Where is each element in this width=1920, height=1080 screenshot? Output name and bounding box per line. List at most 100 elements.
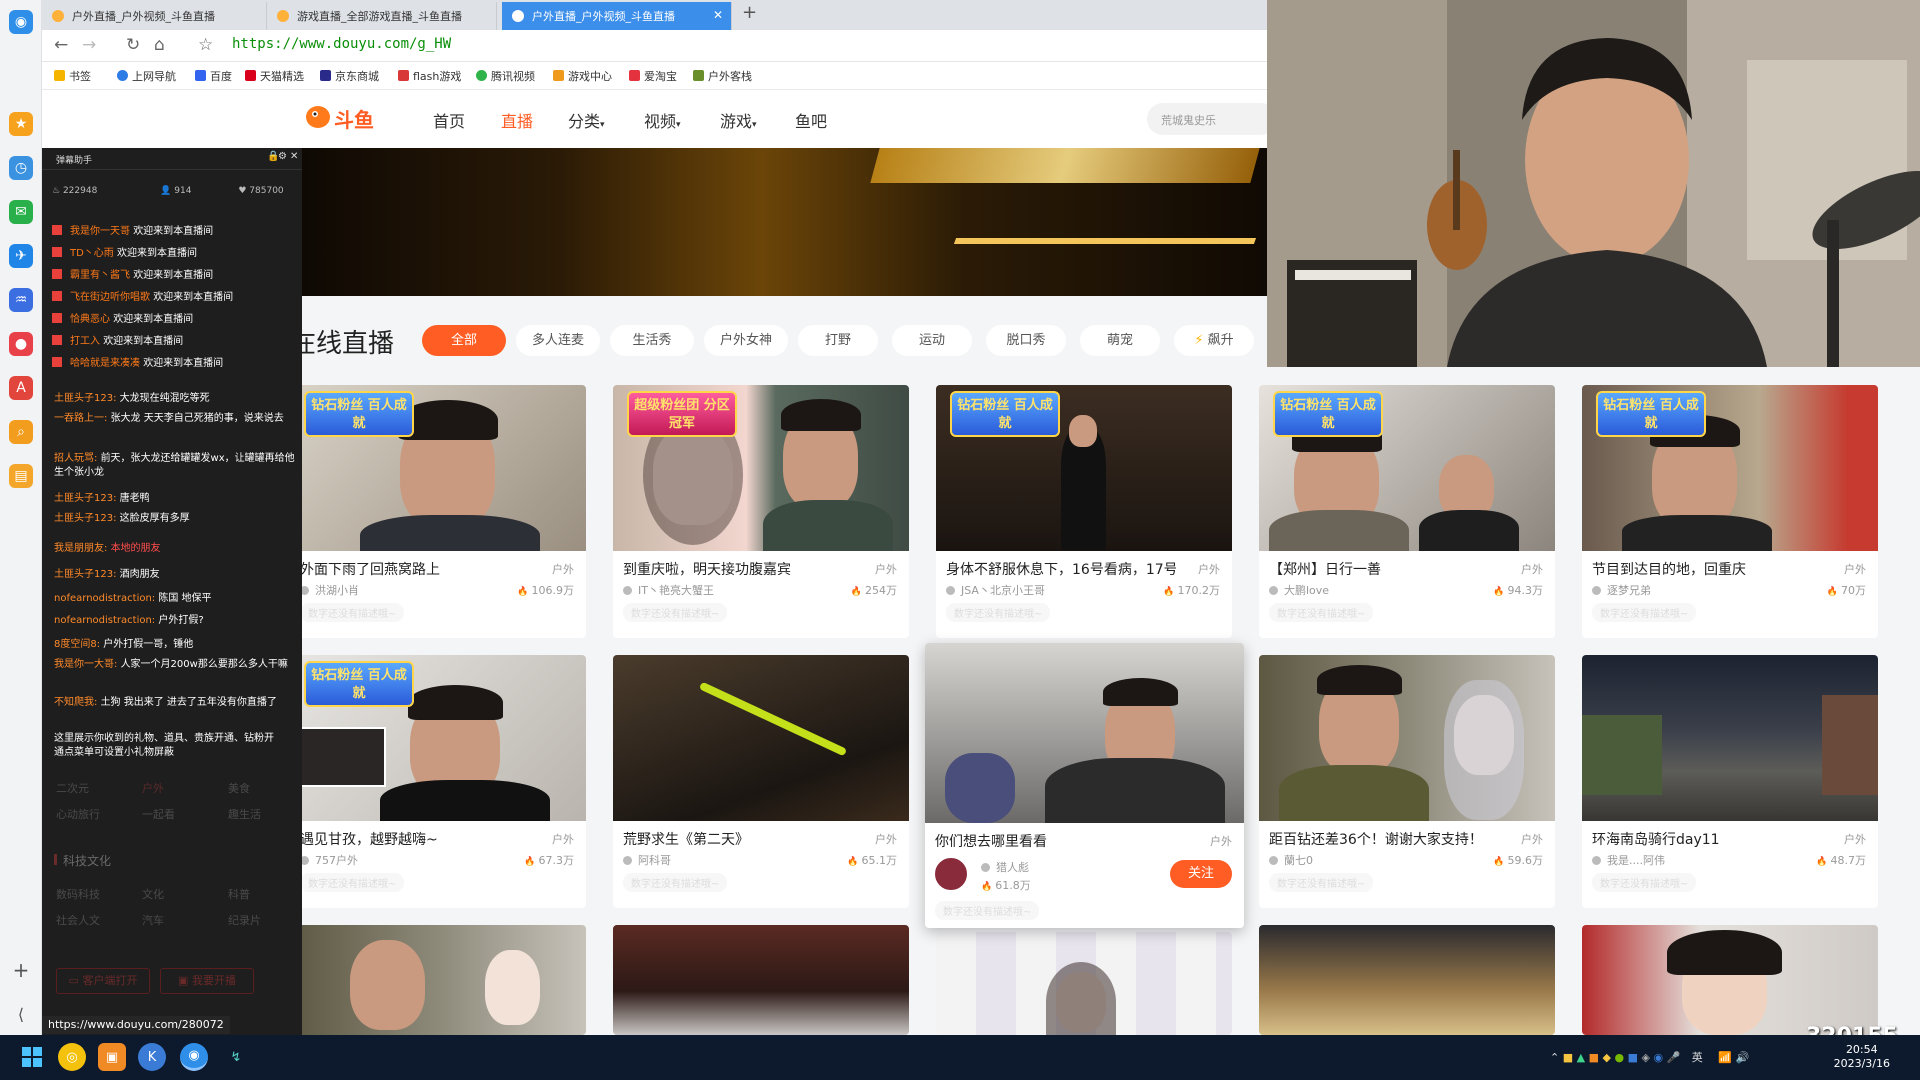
- nav-home[interactable]: 首页: [433, 108, 465, 132]
- bookmark-item[interactable]: 京东商城: [320, 68, 379, 84]
- streamer-name[interactable]: 洪湖小肖: [300, 582, 359, 598]
- category-link[interactable]: 社会人文: [56, 912, 100, 928]
- input-language[interactable]: 英: [1692, 1051, 1703, 1064]
- close-icon[interactable]: ✕: [290, 151, 298, 162]
- pdf-app-icon[interactable]: A: [9, 376, 33, 400]
- category-link[interactable]: 美食: [228, 780, 250, 796]
- new-tab-button[interactable]: +: [742, 2, 757, 23]
- stream-category[interactable]: 户外: [1210, 833, 1232, 849]
- category-link[interactable]: 文化: [142, 886, 164, 902]
- category-link[interactable]: 纪录片: [228, 912, 261, 928]
- clock[interactable]: 20:54 2023/3/16: [1834, 1043, 1890, 1071]
- back-icon[interactable]: ←: [54, 35, 68, 55]
- bookmark-item[interactable]: flash游戏: [398, 68, 461, 84]
- streamer-name[interactable]: 蘭七0: [1269, 852, 1313, 868]
- filter-chip-all[interactable]: 全部: [422, 325, 506, 356]
- stream-category[interactable]: 户外: [1844, 561, 1866, 577]
- bookmark-item[interactable]: 户外客栈: [693, 68, 752, 84]
- chrome-icon[interactable]: ◎: [58, 1043, 86, 1071]
- star-app-icon[interactable]: ★: [9, 112, 33, 136]
- filter-chip[interactable]: 萌宠: [1080, 325, 1160, 356]
- stream-card[interactable]: 超级粉丝团 分区冠军 到重庆啦，明天接功腹嘉宾 户外 IT丶艳亮大蟹王 254万…: [613, 385, 909, 638]
- streamer-name[interactable]: 大鹏love: [1269, 582, 1329, 598]
- collapse-icon[interactable]: ⟨: [9, 1002, 33, 1026]
- stream-card[interactable]: 钻石粉丝 百人成就 外面下雨了回燕窝路上 户外 洪湖小肖 106.9万 数字还没…: [290, 385, 586, 638]
- stream-category[interactable]: 户外: [1521, 561, 1543, 577]
- bookmark-item[interactable]: 书签: [54, 68, 91, 84]
- bookmark-item[interactable]: 上网导航: [117, 68, 176, 84]
- chat-app-icon[interactable]: ✈: [9, 244, 33, 268]
- tray-app-icon[interactable]: ◉: [1653, 1051, 1663, 1064]
- category-link[interactable]: 科普: [228, 886, 250, 902]
- category-link[interactable]: 数码科技: [56, 886, 100, 902]
- stream-card[interactable]: 钻石粉丝 百人成就 节目到达目的地，回重庆 户外 逐梦兄弟 70万 数字还没有描…: [1582, 385, 1878, 638]
- category-link[interactable]: 汽车: [142, 912, 164, 928]
- category-link[interactable]: 趣生活: [228, 806, 261, 822]
- k-app-icon[interactable]: K: [138, 1043, 166, 1071]
- bookmark-item[interactable]: 百度: [195, 68, 232, 84]
- tray-app-icon[interactable]: ■: [1628, 1051, 1638, 1064]
- streamer-name[interactable]: 猎人彪: [981, 859, 1029, 875]
- gear-icon[interactable]: ⚙: [278, 151, 287, 162]
- wechat-icon[interactable]: ✉: [9, 200, 33, 224]
- stream-category[interactable]: 户外: [875, 561, 897, 577]
- star-icon[interactable]: ☆: [198, 35, 213, 55]
- stream-category[interactable]: 户外: [1198, 561, 1220, 577]
- nav-fishbar[interactable]: 鱼吧: [795, 108, 827, 132]
- browser-taskbar-icon[interactable]: ◉: [180, 1043, 208, 1071]
- filter-chip[interactable]: 脱口秀: [986, 325, 1066, 356]
- tray-app-icon[interactable]: ▲: [1577, 1051, 1585, 1064]
- stream-card[interactable]: 钻石粉丝 百人成就 遇见甘孜，越野越嗨~ 户外 757户外 67.3万 数字还没…: [290, 655, 586, 908]
- tray-shield-icon[interactable]: ◆: [1603, 1051, 1611, 1064]
- bookmark-item[interactable]: 游戏中心: [553, 68, 612, 84]
- category-link[interactable]: 二次元: [56, 780, 89, 796]
- streamer-name[interactable]: JSA丶北京小王哥: [946, 582, 1045, 598]
- stream-card[interactable]: 距百钻还差36个！谢谢大家支持！ 户外 蘭七0 59.6万 数字还没有描述哦~: [1259, 655, 1555, 908]
- bookmark-item[interactable]: 爱淘宝: [629, 68, 677, 84]
- address-bar[interactable]: https://www.douyu.com/g_HW: [232, 36, 451, 52]
- chevron-up-icon[interactable]: ⌃: [1550, 1051, 1559, 1064]
- wifi-icon[interactable]: 📶: [1718, 1051, 1732, 1064]
- reload-icon[interactable]: ↻: [126, 35, 140, 55]
- note-app-icon[interactable]: ▤: [9, 464, 33, 488]
- nav-game[interactable]: 游戏▾: [720, 108, 757, 132]
- volume-icon[interactable]: 🔊: [1735, 1051, 1749, 1064]
- add-icon[interactable]: +: [9, 958, 33, 982]
- clock-app-icon[interactable]: ◷: [9, 156, 33, 180]
- streamer-name[interactable]: IT丶艳亮大蟹王: [623, 582, 714, 598]
- stream-category[interactable]: 户外: [1844, 831, 1866, 847]
- filter-chip[interactable]: 运动: [892, 325, 972, 356]
- stream-category[interactable]: 户外: [552, 561, 574, 577]
- stream-category[interactable]: 户外: [875, 831, 897, 847]
- stream-card[interactable]: 环海南岛骑行day11 户外 我是....阿伟 48.7万 数字还没有描述哦~: [1582, 655, 1878, 908]
- home-icon[interactable]: ⌂: [154, 35, 165, 55]
- tab-3-active[interactable]: 户外直播_户外视频_斗鱼直播 ✕: [502, 2, 732, 30]
- stream-category[interactable]: 户外: [1521, 831, 1543, 847]
- category-link[interactable]: 心动旅行: [56, 806, 100, 822]
- tray-app-icon[interactable]: ■: [1589, 1051, 1599, 1064]
- filter-chip[interactable]: 生活秀: [610, 325, 694, 356]
- streamer-name[interactable]: 逐梦兄弟: [1592, 582, 1651, 598]
- tray-app-icon[interactable]: ◈: [1641, 1051, 1649, 1064]
- forward-icon[interactable]: →: [82, 35, 96, 55]
- streamer-name[interactable]: 阿科哥: [623, 852, 671, 868]
- close-tab-icon[interactable]: ✕: [713, 8, 723, 22]
- stream-card[interactable]: [290, 925, 586, 1035]
- site-search-input[interactable]: 荒城鬼史乐: [1147, 103, 1277, 135]
- tab-1[interactable]: 户外直播_户外视频_斗鱼直播: [42, 2, 267, 30]
- stream-card[interactable]: [613, 925, 909, 1035]
- bookmark-item[interactable]: 腾讯视频: [476, 68, 535, 84]
- streamer-name[interactable]: 我是....阿伟: [1592, 852, 1665, 868]
- tray-nvidia-icon[interactable]: ●: [1614, 1051, 1624, 1064]
- stream-card[interactable]: 荒野求生《第二天》 户外 阿科哥 65.1万 数字还没有描述哦~: [613, 655, 909, 908]
- app-taskbar-icon[interactable]: ▣: [98, 1043, 126, 1071]
- stream-card[interactable]: 钻石粉丝 百人成就 【郑州】日行一善 户外 大鹏love 94.3万 数字还没有…: [1259, 385, 1555, 638]
- open-client-button[interactable]: ▭ 客户端打开: [56, 968, 150, 994]
- start-stream-button[interactable]: ▣ 我要开播: [160, 968, 254, 994]
- steam-like-icon[interactable]: ↯: [222, 1043, 250, 1071]
- bird-app-icon[interactable]: ♒: [9, 288, 33, 312]
- nav-category[interactable]: 分类▾: [568, 108, 605, 132]
- category-link[interactable]: 一起看: [142, 806, 175, 822]
- category-link[interactable]: 户外: [142, 780, 164, 796]
- filter-chip[interactable]: 多人连麦: [516, 325, 600, 356]
